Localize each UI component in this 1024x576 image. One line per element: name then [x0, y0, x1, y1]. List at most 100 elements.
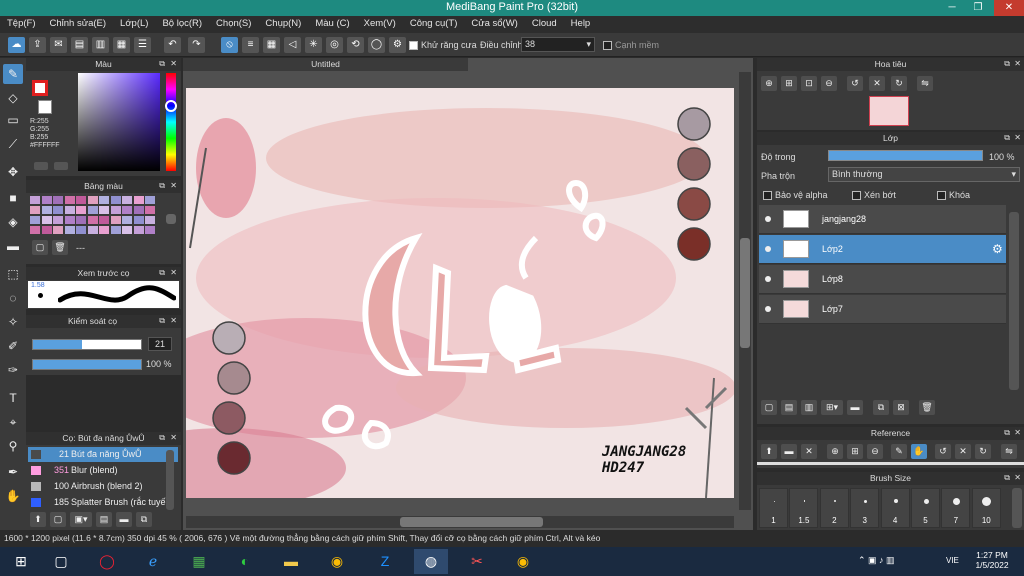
brush-tool-icon[interactable]: ✎: [3, 64, 23, 84]
share-icon[interactable]: ⇪: [29, 37, 46, 53]
undock-icon[interactable]: ⧉: [159, 268, 165, 278]
pen-tool-icon[interactable]: ✒: [3, 462, 23, 482]
palette-swatch[interactable]: [110, 206, 121, 214]
new-halftone-layer-icon[interactable]: ▤: [781, 400, 797, 415]
close-button[interactable]: ✕: [994, 0, 1024, 16]
menu-select[interactable]: Chọn(S): [209, 16, 258, 33]
bucket-tool-icon[interactable]: ◈: [3, 212, 23, 232]
duplicate-icon[interactable]: ⧉: [136, 512, 152, 527]
curve-snap-icon[interactable]: ⟲: [347, 37, 364, 53]
add-layer-menu-icon[interactable]: ⊞▾: [821, 400, 843, 415]
vertical-scrollbar-thumb[interactable]: [740, 238, 750, 348]
undock-icon[interactable]: ⧉: [1004, 428, 1010, 438]
close-icon[interactable]: ✕: [1014, 428, 1021, 437]
palette-swatch[interactable]: [122, 196, 132, 204]
palette-swatch[interactable]: [30, 226, 40, 234]
palette-swatch[interactable]: [99, 206, 109, 214]
cloud-icon[interactable]: ☁: [8, 37, 25, 53]
palette-swatch[interactable]: [64, 206, 75, 214]
comment-icon[interactable]: ✉: [50, 37, 67, 53]
palette-swatch[interactable]: [110, 196, 121, 204]
palette-swatch[interactable]: [145, 206, 155, 214]
palette-swatch[interactable]: [76, 206, 86, 214]
select-eraser-icon[interactable]: ✑: [3, 360, 23, 380]
vanishing-snap-icon[interactable]: ◁: [284, 37, 301, 53]
select-rect-icon[interactable]: ⬚: [3, 264, 23, 284]
close-icon[interactable]: ✕: [170, 181, 177, 190]
minimize-button[interactable]: ─: [940, 0, 964, 16]
fit-height-icon[interactable]: ⊡: [801, 76, 817, 91]
move-tool-icon[interactable]: ✥: [3, 162, 23, 182]
primary-color-swatch[interactable]: [32, 80, 48, 96]
visibility-icon[interactable]: [765, 276, 771, 282]
line-tool-icon[interactable]: ⟋: [3, 134, 23, 154]
brush-item[interactable]: 21 Bút đa năng ŮwŮ ⚙: [28, 447, 178, 462]
reset-rotation-icon[interactable]: ✕: [955, 444, 971, 459]
palette-swatch[interactable]: [53, 206, 63, 214]
tab-untitled[interactable]: Untitled: [183, 58, 468, 71]
medibang-taskbar-icon[interactable]: ◍: [414, 549, 448, 574]
ccleaner-icon[interactable]: ◐: [228, 549, 262, 574]
undock-icon[interactable]: ⧉: [159, 433, 165, 443]
palette-swatch[interactable]: [145, 216, 155, 224]
eraser-tool-icon[interactable]: ◇: [3, 88, 23, 108]
zoom-in-icon[interactable]: ⊕: [761, 76, 777, 91]
palette-swatch[interactable]: [41, 196, 52, 204]
palette-swatch[interactable]: [99, 226, 109, 234]
edge-icon[interactable]: ℯ: [136, 549, 170, 574]
brush-item[interactable]: 185 Splatter Brush (rắc tuyế: [28, 495, 178, 510]
horizontal-scrollbar-thumb[interactable]: [400, 517, 543, 527]
palette-swatch[interactable]: [110, 216, 121, 224]
folder-icon[interactable]: ▬: [116, 512, 132, 527]
palette-swatch[interactable]: [87, 206, 98, 214]
list-icon[interactable]: ☰: [134, 37, 151, 53]
text-tool-icon[interactable]: T: [3, 388, 23, 408]
palette-swatch[interactable]: [41, 206, 52, 214]
zalo-icon[interactable]: Z: [368, 549, 402, 574]
layer-row[interactable]: Lớp7: [759, 295, 1006, 324]
palette-swatch[interactable]: [110, 226, 121, 234]
close-icon[interactable]: ✕: [1014, 133, 1021, 142]
duplicate-layer-icon[interactable]: ⧉: [873, 400, 889, 415]
palette-swatch[interactable]: [133, 206, 144, 214]
palette-swatch[interactable]: [64, 196, 75, 204]
fit-icon[interactable]: ⊞: [781, 76, 797, 91]
flip-icon[interactable]: ⇋: [917, 76, 933, 91]
navigator-thumbnail[interactable]: [869, 96, 909, 126]
palette-swatch[interactable]: [87, 196, 98, 204]
brush-size-cell[interactable]: 1: [759, 488, 788, 528]
delete-layer-icon[interactable]: 🗑: [919, 400, 935, 415]
grid-icon[interactable]: ▦: [113, 37, 130, 53]
hand-tool-icon[interactable]: ✋: [3, 486, 23, 506]
brush-size-cell[interactable]: 1.5: [789, 488, 819, 528]
menu-view[interactable]: Xem(V): [357, 16, 403, 33]
palette-swatch[interactable]: [145, 226, 155, 234]
saturation-value-picker[interactable]: [78, 73, 160, 171]
radial-snap-icon[interactable]: ✳: [305, 37, 322, 53]
brush-size-value[interactable]: 21: [148, 337, 172, 351]
palette-swatch[interactable]: [99, 216, 109, 224]
circle-snap-icon[interactable]: ◎: [326, 37, 343, 53]
soft-edge-checkbox[interactable]: Cạnh mềm: [603, 40, 659, 51]
palette-swatch[interactable]: [99, 196, 109, 204]
copy-brush-icon[interactable]: ▤: [96, 512, 112, 527]
rotate-right-icon[interactable]: ↻: [975, 444, 991, 459]
brush-menu-icon[interactable]: ▣▾: [70, 512, 92, 527]
layer-row[interactable]: jangjang28: [759, 205, 1006, 234]
brush-opacity-slider[interactable]: [32, 359, 142, 370]
palette-swatch[interactable]: [122, 216, 132, 224]
palette-swatch[interactable]: [87, 226, 98, 234]
brush-size-slider[interactable]: [32, 339, 142, 350]
hand-icon[interactable]: ✋: [911, 444, 927, 459]
zoom-out-icon[interactable]: ⊖: [867, 444, 883, 459]
menu-help[interactable]: Help: [564, 16, 598, 33]
magic-wand-icon[interactable]: ✧: [3, 312, 23, 332]
menu-layer[interactable]: Lớp(L): [113, 16, 155, 33]
brush-size-cell[interactable]: 5: [911, 488, 940, 528]
palette-swatch[interactable]: [133, 216, 144, 224]
brush-list-scrollbar[interactable]: [166, 450, 174, 510]
fill-shape-icon[interactable]: ■: [3, 188, 23, 208]
visibility-icon[interactable]: [765, 246, 771, 252]
chrome-profile-icon[interactable]: ◉: [506, 549, 540, 574]
palette-swatch[interactable]: [76, 216, 86, 224]
